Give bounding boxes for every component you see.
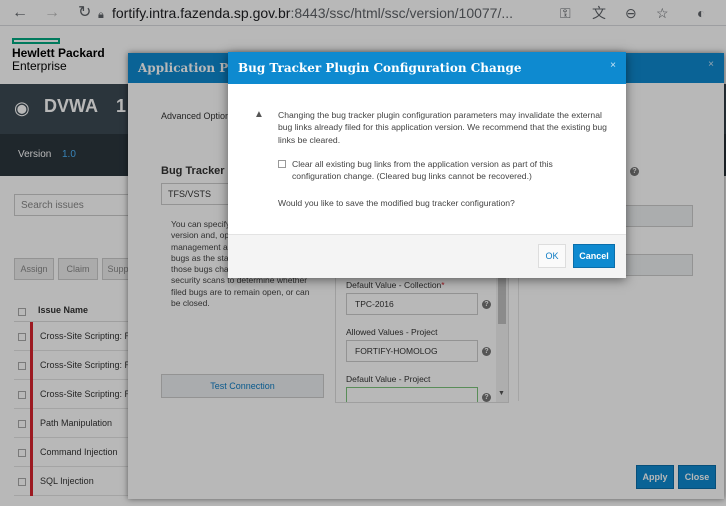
bug-tracker-change-dialog: Bug Tracker Plugin Configuration Change … bbox=[228, 52, 626, 278]
ok-button[interactable]: OK bbox=[538, 244, 566, 268]
confirmation-question: Would you like to save the modified bug … bbox=[278, 198, 515, 208]
warning-message: Changing the bug tracker plugin configur… bbox=[278, 110, 607, 145]
dialog-title: Bug Tracker Plugin Configuration Change bbox=[238, 61, 522, 75]
close-icon[interactable]: × bbox=[610, 60, 616, 71]
dialog-titlebar: Bug Tracker Plugin Configuration Change … bbox=[228, 52, 626, 84]
dialog-footer bbox=[228, 234, 626, 278]
cancel-button[interactable]: Cancel bbox=[573, 244, 615, 268]
warning-icon: ▲ bbox=[254, 109, 264, 120]
clear-bug-links-label[interactable]: Clear all existing bug links from the ap… bbox=[292, 158, 592, 183]
clear-bug-links-checkbox[interactable] bbox=[278, 160, 286, 168]
